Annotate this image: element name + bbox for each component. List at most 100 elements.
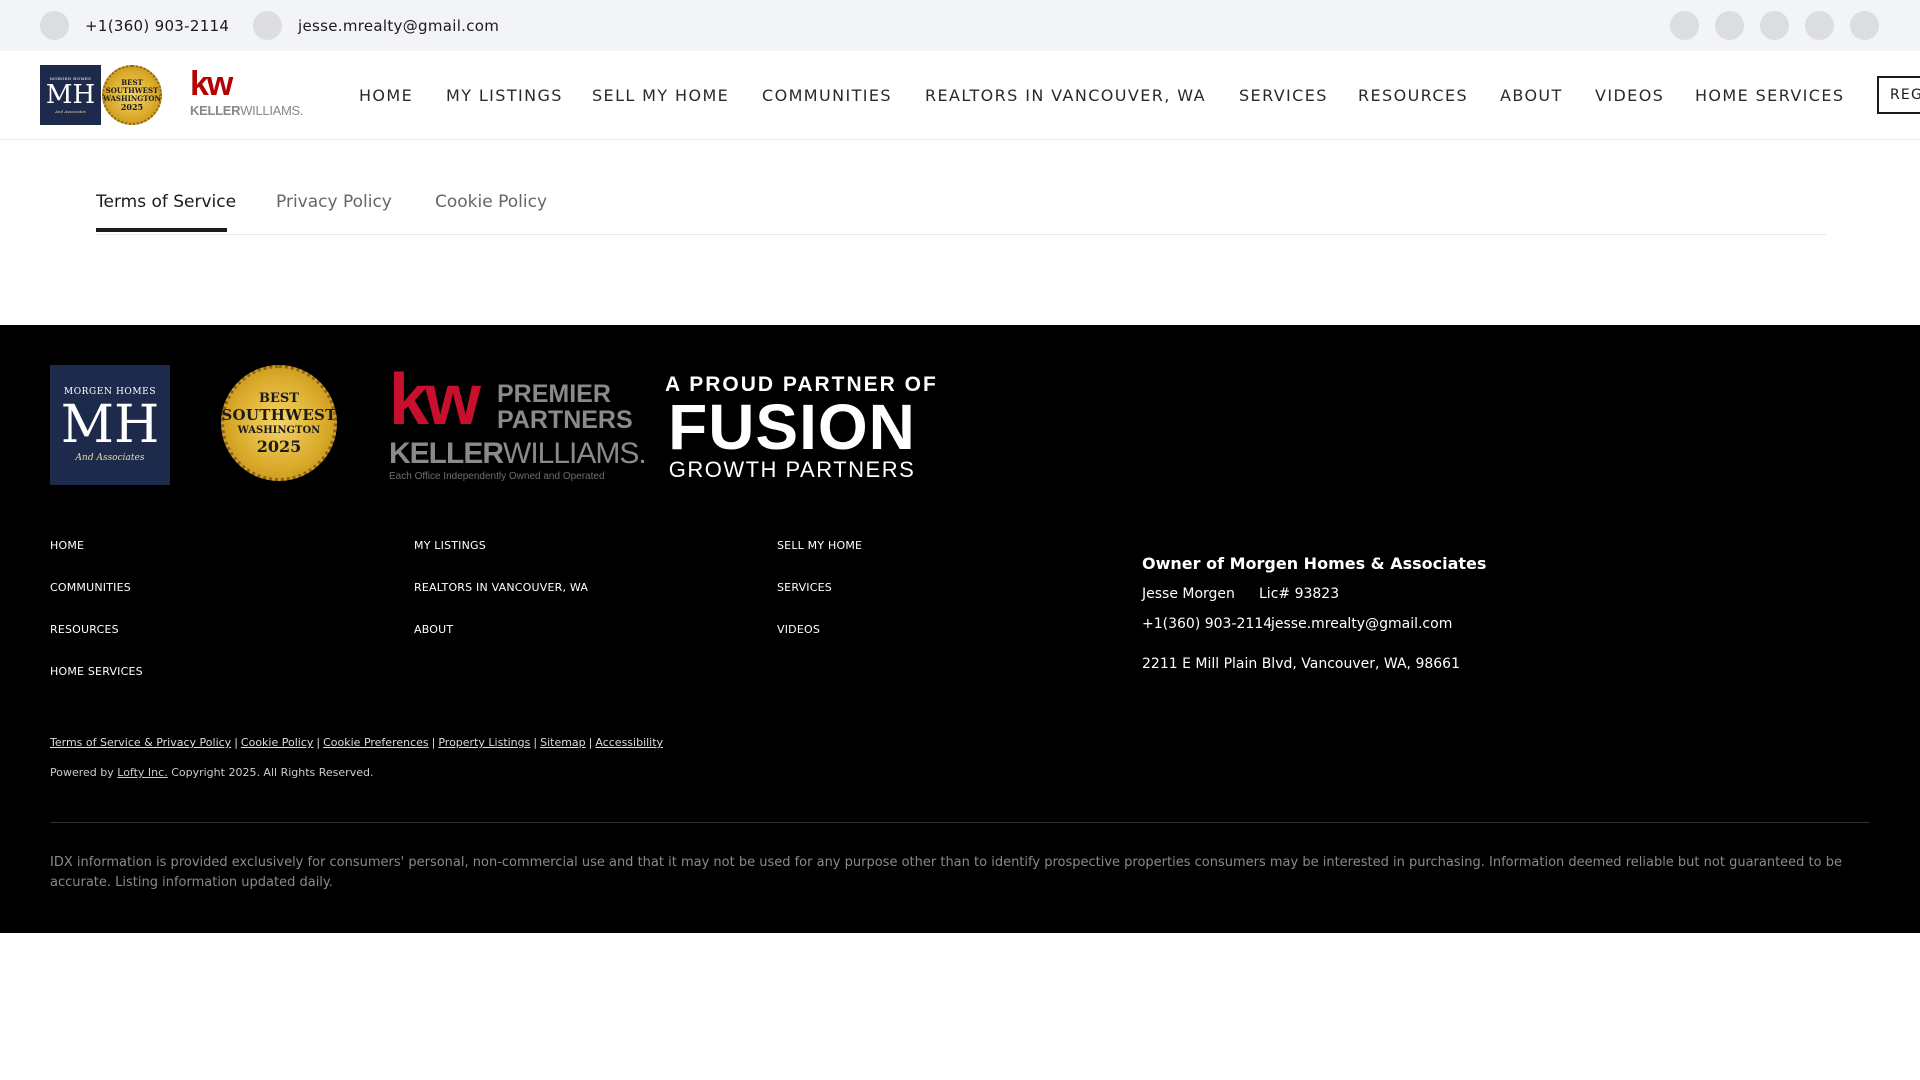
social-icon-2[interactable] xyxy=(1715,11,1744,40)
nav-about-label[interactable]: ABOUT xyxy=(1500,86,1563,105)
kw-word-bold: KELLER xyxy=(190,103,241,118)
topbar-email[interactable]: jesse.mrealty@gmail.com xyxy=(253,0,499,51)
tab-terms-of-service[interactable]: Terms of Service xyxy=(96,192,236,212)
legal-separator: | xyxy=(533,736,538,749)
nav-communities[interactable]: COMMUNITIES xyxy=(762,51,892,139)
owner-phone[interactable]: +1(360) 903-2114 xyxy=(1142,616,1272,632)
nav-sell-my-home-label[interactable]: SELL MY HOME xyxy=(592,86,729,105)
nav-home-services-label[interactable]: HOME SERVICES xyxy=(1695,86,1844,105)
social-icon-3[interactable] xyxy=(1760,11,1789,40)
legal-link-terms-privacy[interactable]: Terms of Service & Privacy Policy xyxy=(50,736,231,749)
nav-resources[interactable]: RESOURCES xyxy=(1358,51,1468,139)
kw-wordmark: KELLERWILLIAMS. xyxy=(190,103,304,118)
footer-link-my-listings[interactable]: MY LISTINGS xyxy=(414,539,486,552)
register-button[interactable]: REG xyxy=(1877,76,1920,114)
footer-seal-line1: BEST xyxy=(259,391,299,406)
topbar-phone[interactable]: +1(360) 903-2114 xyxy=(40,0,229,51)
footer-logo-sub-text: And Associates xyxy=(75,453,145,463)
footer-link-videos[interactable]: VIDEOS xyxy=(777,623,820,636)
legal-separator: | xyxy=(234,736,238,749)
top-contact-bar: +1(360) 903-2114 jesse.mrealty@gmail.com xyxy=(0,0,1920,51)
footer-link-realtors-vancouver[interactable]: REALTORS IN VANCOUVER, WA xyxy=(414,581,588,594)
nav-videos-label[interactable]: VIDEOS xyxy=(1595,86,1664,105)
active-tab-indicator xyxy=(96,228,227,232)
kw-partners: PARTNERS xyxy=(497,406,633,434)
site-header: MORGEN HOMES MH And Associates BEST SOUT… xyxy=(0,51,1920,140)
footer-seal-line2: SOUTHWEST xyxy=(221,406,337,424)
owner-info: Owner of Morgen Homes & Associates Jesse… xyxy=(1142,554,1487,672)
owner-title: Owner of Morgen Homes & Associates xyxy=(1142,554,1487,573)
seal-year: 2025 xyxy=(120,102,144,112)
footer-link-resources[interactable]: RESOURCES xyxy=(50,623,119,636)
footer-logo-mark: MH xyxy=(60,395,160,455)
nav-resources-label[interactable]: RESOURCES xyxy=(1358,86,1468,105)
kw-mark: kw xyxy=(190,65,233,103)
legal-separator: | xyxy=(316,736,321,749)
kw-independently-owned: Each Office Independently Owned and Oper… xyxy=(389,471,605,482)
morgen-homes-logo[interactable]: MORGEN HOMES MH And Associates xyxy=(40,65,101,125)
register-button-label[interactable]: REG xyxy=(1890,87,1920,103)
tab-privacy-policy[interactable]: Privacy Policy xyxy=(276,192,392,212)
nav-services[interactable]: SERVICES xyxy=(1239,51,1328,139)
kw-premier: PREMIER xyxy=(497,380,611,408)
powered-prefix: Powered by xyxy=(50,766,114,779)
nav-home[interactable]: HOME xyxy=(359,51,413,139)
fusion-line3: GROWTH PARTNERS xyxy=(668,457,916,482)
legal-separator: | xyxy=(431,736,436,749)
logo-mark: MH xyxy=(45,80,96,110)
copyright-text: Copyright 2025. All Rights Reserved. xyxy=(171,766,374,779)
nav-realtors-vancouver[interactable]: REALTORS IN VANCOUVER, WA xyxy=(925,51,1206,139)
nav-my-listings-label[interactable]: MY LISTINGS xyxy=(446,86,563,105)
policy-tabs: Terms of Service Privacy Policy Cookie P… xyxy=(96,140,1826,235)
legal-link-property-listings[interactable]: Property Listings xyxy=(438,736,530,749)
owner-address: 2211 E Mill Plain Blvd, Vancouver, WA, 9… xyxy=(1142,656,1460,672)
kw-premier-partners-logo: kw PREMIER PARTNERS KELLERWILLIAMS. Each… xyxy=(389,364,647,483)
social-icon-4[interactable] xyxy=(1805,11,1834,40)
legal-link-cookie-policy[interactable]: Cookie Policy xyxy=(241,736,313,749)
footer-link-home[interactable]: HOME xyxy=(50,539,84,552)
nav-communities-label[interactable]: COMMUNITIES xyxy=(762,86,892,105)
owner-license: Lic# 93823 xyxy=(1259,586,1340,602)
footer-best-of-southwest-seal: BEST SOUTHWEST WASHINGTON 2025 xyxy=(221,365,337,481)
owner-name: Jesse Morgen xyxy=(1142,586,1235,602)
nav-services-label[interactable]: SERVICES xyxy=(1239,86,1328,105)
legal-link-accessibility[interactable]: Accessibility xyxy=(595,736,663,749)
legal-links: Terms of Service & Privacy Policy | Cookie… xyxy=(50,736,663,749)
footer-link-home-services[interactable]: HOME SERVICES xyxy=(50,665,143,678)
footer-link-services[interactable]: SERVICES xyxy=(777,581,832,594)
nav-home-services[interactable]: HOME SERVICES xyxy=(1695,51,1844,139)
owner-email[interactable]: jesse.mrealty@gmail.com xyxy=(1271,616,1452,632)
email-icon xyxy=(253,11,282,40)
idx-disclaimer: IDX information is provided exclusively … xyxy=(50,855,1842,890)
powered-by: Powered by Lofty Inc. Copyright 2025. Al… xyxy=(50,766,373,779)
footer-link-about[interactable]: ABOUT xyxy=(414,623,453,636)
lofty-link[interactable]: Lofty Inc. xyxy=(117,766,167,779)
phone-icon xyxy=(40,11,69,40)
legal-link-cookie-preferences[interactable]: Cookie Preferences xyxy=(323,736,429,749)
footer-kw-word-bold: KELLER xyxy=(389,437,504,470)
best-of-southwest-seal: BEST SOUTHWEST WASHINGTON 2025 xyxy=(102,65,162,125)
logo-sub-text: And Associates xyxy=(55,109,86,114)
nav-videos[interactable]: VIDEOS xyxy=(1595,51,1664,139)
tab-cookie-policy[interactable]: Cookie Policy xyxy=(435,192,547,212)
nav-my-listings[interactable]: MY LISTINGS xyxy=(446,51,563,139)
footer-link-sell-my-home[interactable]: SELL MY HOME xyxy=(777,539,862,552)
nav-realtors-vancouver-label[interactable]: REALTORS IN VANCOUVER, WA xyxy=(925,86,1206,105)
social-icon-5[interactable] xyxy=(1850,11,1879,40)
footer-morgen-homes-logo[interactable]: MORGEN HOMES MH And Associates xyxy=(50,365,170,485)
topbar-email-text[interactable]: jesse.mrealty@gmail.com xyxy=(298,17,499,35)
footer-link-communities[interactable]: COMMUNITIES xyxy=(50,581,131,594)
keller-williams-logo[interactable]: kw KELLERWILLIAMS. xyxy=(190,65,304,119)
nav-home-label[interactable]: HOME xyxy=(359,86,413,105)
kw-premier-partners-text: PREMIER PARTNERS xyxy=(497,381,633,433)
fusion-growth-partners-logo: A PROUD PARTNER OF FUSION GROWTH PARTNER… xyxy=(665,373,936,483)
footer-kw-wordmark: KELLERWILLIAMS. xyxy=(389,437,647,471)
legal-link-sitemap[interactable]: Sitemap xyxy=(540,736,586,749)
nav-about[interactable]: ABOUT xyxy=(1500,51,1563,139)
topbar-phone-text[interactable]: +1(360) 903-2114 xyxy=(85,17,229,35)
social-icon-1[interactable] xyxy=(1670,11,1699,40)
footer-seal-year: 2025 xyxy=(256,437,302,456)
nav-sell-my-home[interactable]: SELL MY HOME xyxy=(592,51,729,139)
legal-separator: | xyxy=(588,736,593,749)
fusion-line2: FUSION xyxy=(668,391,916,463)
